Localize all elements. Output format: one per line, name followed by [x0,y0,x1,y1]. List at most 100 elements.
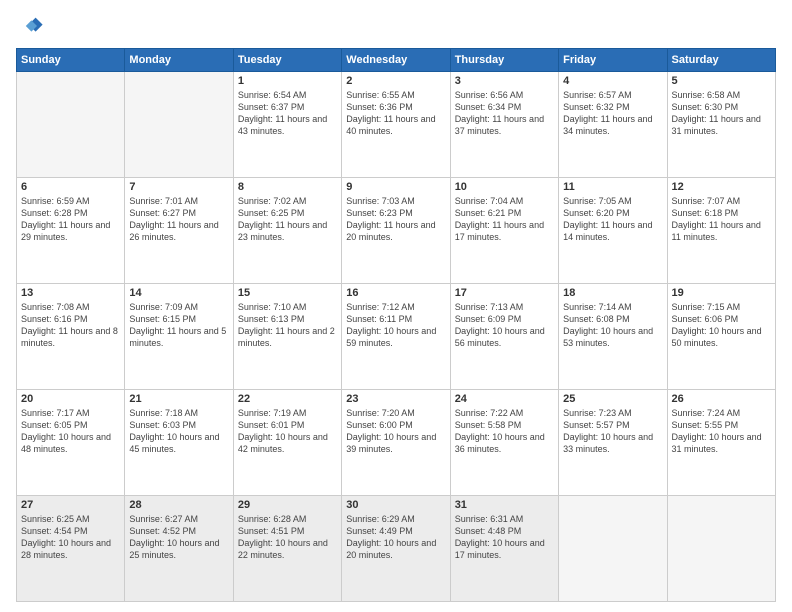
sunrise-text: Sunrise: 7:23 AM [563,407,662,419]
page: SundayMondayTuesdayWednesdayThursdayFrid… [0,0,792,612]
day-number: 26 [672,393,771,405]
daylight-text: Daylight: 11 hours and 17 minutes. [455,219,554,243]
calendar-cell: 16 Sunrise: 7:12 AMSunset: 6:11 PMDayligh… [342,284,450,390]
calendar-cell: 31Sunrise: 6:31 AMSunset: 4:48 PMDayligh… [450,496,558,602]
day-number: 25 [563,393,662,405]
day-number: 18 [563,287,662,299]
day-number: 28 [129,499,228,511]
daylight-text: Daylight: 10 hours and 56 minutes. [455,325,554,349]
calendar-cell: 9Sunrise: 7:03 AMSunset: 6:23 PMDaylight… [342,178,450,284]
day-number: 11 [563,181,662,193]
col-header-tuesday: Tuesday [233,49,341,72]
calendar-cell: 29Sunrise: 6:28 AMSunset: 4:51 PMDayligh… [233,496,341,602]
sunrise-text: Sunrise: 7:12 AM [346,301,445,313]
calendar-cell: 17 Sunrise: 7:13 AMSunset: 6:09 PMDayligh… [450,284,558,390]
calendar-cell: 3Sunrise: 6:56 AMSunset: 6:34 PMDaylight… [450,72,558,178]
daylight-text: Daylight: 11 hours and 20 minutes. [346,219,445,243]
header [16,12,776,40]
sunset-text: Sunset: 6:06 PM [672,313,771,325]
daylight-text: Daylight: 10 hours and 42 minutes. [238,431,337,455]
col-header-friday: Friday [559,49,667,72]
day-number: 17 [455,287,554,299]
sunrise-text: Sunrise: 7:09 AM [129,301,228,313]
day-number: 24 [455,393,554,405]
sunrise-text: Sunrise: 7:03 AM [346,195,445,207]
calendar-cell: 22Sunrise: 7:19 AMSunset: 6:01 PMDayligh… [233,390,341,496]
daylight-text: Daylight: 10 hours and 31 minutes. [672,431,771,455]
daylight-text: Daylight: 11 hours and 34 minutes. [563,113,662,137]
daylight-text: Daylight: 10 hours and 50 minutes. [672,325,771,349]
calendar-cell [17,72,125,178]
day-number: 1 [238,75,337,87]
day-number: 9 [346,181,445,193]
logo [16,12,48,40]
calendar-row-3: 13Sunrise: 7:08 AMSunset: 6:16 PMDayligh… [17,284,776,390]
daylight-text: Daylight: 10 hours and 17 minutes. [455,537,554,561]
daylight-text: Daylight: 11 hours and 43 minutes. [238,113,337,137]
daylight-text: Daylight: 10 hours and 59 minutes. [346,325,445,349]
sunrise-text: Sunrise: 7:05 AM [563,195,662,207]
day-number: 16 [346,287,445,299]
sunset-text: Sunset: 6:09 PM [455,313,554,325]
calendar-cell [667,496,775,602]
sunrise-text: Sunrise: 7:08 AM [21,301,120,313]
sunset-text: Sunset: 6:18 PM [672,207,771,219]
sunrise-text: Sunrise: 7:10 AM [238,301,337,313]
calendar-cell: 18Sunrise: 7:14 AMSunset: 6:08 PMDayligh… [559,284,667,390]
day-number: 3 [455,75,554,87]
sunset-text: Sunset: 6:27 PM [129,207,228,219]
sunset-text: Sunset: 6:05 PM [21,419,120,431]
sunrise-text: Sunrise: 6:31 AM [455,513,554,525]
calendar-cell: 13Sunrise: 7:08 AMSunset: 6:16 PMDayligh… [17,284,125,390]
sunset-text: Sunset: 6:20 PM [563,207,662,219]
sunset-text: Sunset: 4:48 PM [455,525,554,537]
calendar-cell: 30Sunrise: 6:29 AMSunset: 4:49 PMDayligh… [342,496,450,602]
col-header-saturday: Saturday [667,49,775,72]
sunrise-text: Sunrise: 7:22 AM [455,407,554,419]
daylight-text: Daylight: 10 hours and 20 minutes. [346,537,445,561]
sunrise-text: Sunrise: 7:13 AM [455,301,554,313]
sunrise-text: Sunrise: 6:28 AM [238,513,337,525]
calendar-row-5: 27Sunrise: 6:25 AMSunset: 4:54 PMDayligh… [17,496,776,602]
sunrise-text: Sunrise: 7:15 AM [672,301,771,313]
calendar-cell [559,496,667,602]
calendar-cell: 25Sunrise: 7:23 AMSunset: 5:57 PMDayligh… [559,390,667,496]
sunrise-text: Sunrise: 6:54 AM [238,89,337,101]
calendar-cell: 20Sunrise: 7:17 AMSunset: 6:05 PMDayligh… [17,390,125,496]
calendar-cell: 24 Sunrise: 7:22 AMSunset: 5:58 PMDayligh… [450,390,558,496]
day-number: 27 [21,499,120,511]
sunset-text: Sunset: 4:49 PM [346,525,445,537]
calendar-row-1: 1Sunrise: 6:54 AMSunset: 6:37 PMDaylight… [17,72,776,178]
day-number: 5 [672,75,771,87]
day-number: 19 [672,287,771,299]
sunrise-text: Sunrise: 7:07 AM [672,195,771,207]
sunset-text: Sunset: 6:16 PM [21,313,120,325]
day-number: 4 [563,75,662,87]
calendar-row-4: 20Sunrise: 7:17 AMSunset: 6:05 PMDayligh… [17,390,776,496]
daylight-text: Daylight: 11 hours and 11 minutes. [672,219,771,243]
day-number: 14 [129,287,228,299]
daylight-text: Daylight: 10 hours and 28 minutes. [21,537,120,561]
sunset-text: Sunset: 6:11 PM [346,313,445,325]
sunrise-text: Sunrise: 6:56 AM [455,89,554,101]
col-header-sunday: Sunday [17,49,125,72]
calendar-header-row: SundayMondayTuesdayWednesdayThursdayFrid… [17,49,776,72]
calendar-cell: 21Sunrise: 7:18 AMSunset: 6:03 PMDayligh… [125,390,233,496]
daylight-text: Daylight: 10 hours and 36 minutes. [455,431,554,455]
sunset-text: Sunset: 6:21 PM [455,207,554,219]
calendar-cell: 23Sunrise: 7:20 AMSunset: 6:00 PMDayligh… [342,390,450,496]
day-number: 21 [129,393,228,405]
col-header-thursday: Thursday [450,49,558,72]
daylight-text: Daylight: 10 hours and 33 minutes. [563,431,662,455]
sunset-text: Sunset: 5:58 PM [455,419,554,431]
calendar-cell [125,72,233,178]
sunset-text: Sunset: 6:08 PM [563,313,662,325]
day-number: 6 [21,181,120,193]
daylight-text: Daylight: 11 hours and 31 minutes. [672,113,771,137]
day-number: 7 [129,181,228,193]
sunrise-text: Sunrise: 7:02 AM [238,195,337,207]
sunrise-text: Sunrise: 7:19 AM [238,407,337,419]
day-number: 8 [238,181,337,193]
sunset-text: Sunset: 6:00 PM [346,419,445,431]
sunset-text: Sunset: 6:36 PM [346,101,445,113]
